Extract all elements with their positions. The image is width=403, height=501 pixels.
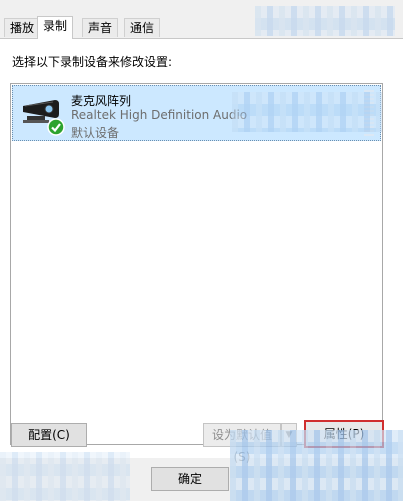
device-status: 默认设备 (71, 126, 120, 140)
recording-panel: 选择以下录制设备来修改设置: 麦克风阵列 Realtek High Defini… (0, 38, 403, 464)
level-meter (364, 90, 374, 136)
properties-button[interactable]: 属性(P) (304, 420, 384, 448)
blur-overlay (0, 452, 130, 501)
tab-recording[interactable]: 录制 (37, 16, 74, 39)
device-list[interactable]: 麦克风阵列 Realtek High Definition Audio 默认设备 (10, 83, 383, 445)
check-icon (47, 118, 65, 136)
tab-sounds[interactable]: 声音 (82, 18, 119, 37)
set-default-dropdown-arrow: ▼ (281, 423, 297, 447)
ok-button[interactable]: 确定 (151, 467, 229, 491)
tab-communications[interactable]: 通信 (124, 18, 161, 37)
configure-button[interactable]: 配置(C) (11, 423, 87, 447)
list-item-microphone-array[interactable]: 麦克风阵列 Realtek High Definition Audio 默认设备 (12, 85, 381, 141)
device-driver: Realtek High Definition Audio (71, 108, 248, 122)
tab-playback[interactable]: 播放 (4, 18, 41, 37)
device-name: 麦克风阵列 (71, 94, 132, 108)
instruction-text: 选择以下录制设备来修改设置: (12, 55, 173, 69)
set-default-button: 设为默认值(S) (203, 423, 281, 464)
tab-strip: 播放 录制 声音 通信 (0, 16, 403, 39)
